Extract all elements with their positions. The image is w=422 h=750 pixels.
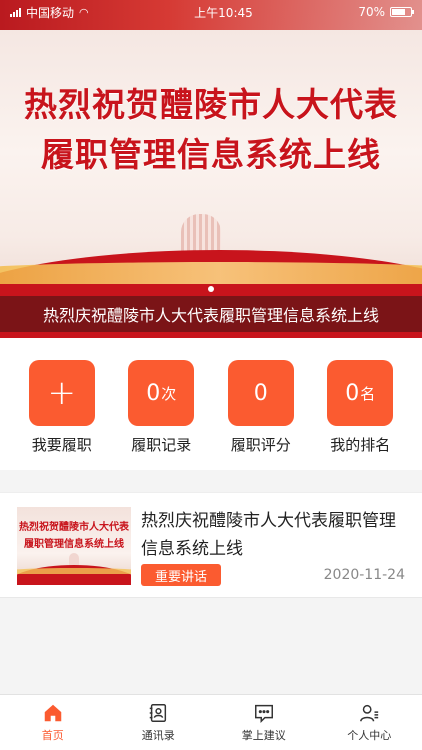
banner-gold-decoration [0, 262, 422, 284]
wifi-icon: ◠ [79, 5, 89, 19]
thumbnail-text: 热烈祝贺醴陵市人大代表 [19, 522, 129, 533]
tab-label: 掌上建议 [241, 729, 286, 742]
news-category-badge: 重要讲话 [141, 564, 222, 586]
carrier-name: 中国移动 [26, 5, 75, 20]
tab-contacts[interactable]: 通讯录 [106, 695, 212, 750]
tab-profile[interactable]: 个人中心 [317, 695, 422, 750]
duty-score-value: 0 [253, 380, 268, 406]
news-date: 2020-11-24 [323, 567, 405, 583]
signal-icon [10, 7, 21, 17]
news-title: 热烈庆祝醴陵市人大代表履职管理信息系统上线 [141, 511, 396, 559]
carousel-dot [208, 286, 214, 292]
thumbnail-decoration [17, 568, 131, 574]
battery-percent: 70% [358, 5, 385, 19]
action-tile[interactable]: 0 [227, 360, 294, 426]
contacts-icon [150, 704, 167, 722]
action-label: 我的排名 [330, 436, 391, 454]
action-duty-records[interactable]: 0次 履职记录 [116, 338, 206, 470]
plus-icon: + [47, 373, 77, 413]
banner-title-line1: 热烈祝贺醴陵市人大代表 [24, 85, 398, 124]
battery-icon [389, 7, 414, 17]
tab-suggestions[interactable]: 掌上建议 [211, 695, 317, 750]
tab-label: 个人中心 [347, 729, 392, 742]
quick-actions: + 我要履职 0次 履职记录 0 履职评分 0名 我的排名 [0, 338, 422, 470]
news-thumbnail: 热烈祝贺醴陵市人大代表 履职管理信息系统上线 [17, 507, 131, 585]
tab-label: 通讯录 [141, 729, 175, 742]
action-label: 履职记录 [131, 436, 192, 454]
banner-caption: 热烈庆祝醴陵市人大代表履职管理信息系统上线 [0, 296, 422, 332]
home-icon [44, 704, 61, 722]
ranking-unit: 名 [360, 384, 376, 403]
action-tile[interactable]: 0次 [128, 360, 195, 426]
news-item[interactable]: 热烈祝贺醴陵市人大代表 履职管理信息系统上线 热烈庆祝醴陵市人大代表履职管理信息… [0, 493, 422, 597]
bottom-tab-bar: 首页 通讯录 掌上建议 个人中心 [0, 694, 422, 750]
action-duty-score[interactable]: 0 履职评分 [216, 338, 306, 470]
count-unit: 次 [161, 384, 177, 403]
action-tile[interactable]: + [28, 360, 95, 426]
banner-carousel[interactable]: 热烈祝贺醴陵市人大代表 履职管理信息系统上线 热烈庆祝醴陵市人大代表履职管理信息… [0, 0, 422, 338]
duty-records-count: 0 [146, 380, 161, 406]
status-time: 上午10:45 [194, 5, 253, 20]
suggestion-icon [254, 704, 273, 724]
thumbnail-text: 履职管理信息系统上线 [24, 539, 124, 550]
carousel-indicator [0, 286, 422, 292]
tab-label: 首页 [41, 729, 64, 742]
status-bar: 中国移动 ◠ 上午10:45 70% [0, 0, 422, 24]
action-perform-duty[interactable]: + 我要履职 [17, 338, 107, 470]
ranking-value: 0 [345, 380, 360, 406]
news-list: 热烈祝贺醴陵市人大代表 履职管理信息系统上线 热烈庆祝醴陵市人大代表履职管理信息… [0, 492, 422, 598]
action-label: 履职评分 [230, 436, 291, 454]
action-label: 我要履职 [31, 436, 92, 454]
action-my-ranking[interactable]: 0名 我的排名 [315, 338, 405, 470]
banner-title-line2: 履职管理信息系统上线 [41, 135, 381, 174]
tab-home[interactable]: 首页 [0, 695, 106, 750]
action-tile[interactable]: 0名 [327, 360, 394, 426]
user-icon [360, 704, 379, 722]
